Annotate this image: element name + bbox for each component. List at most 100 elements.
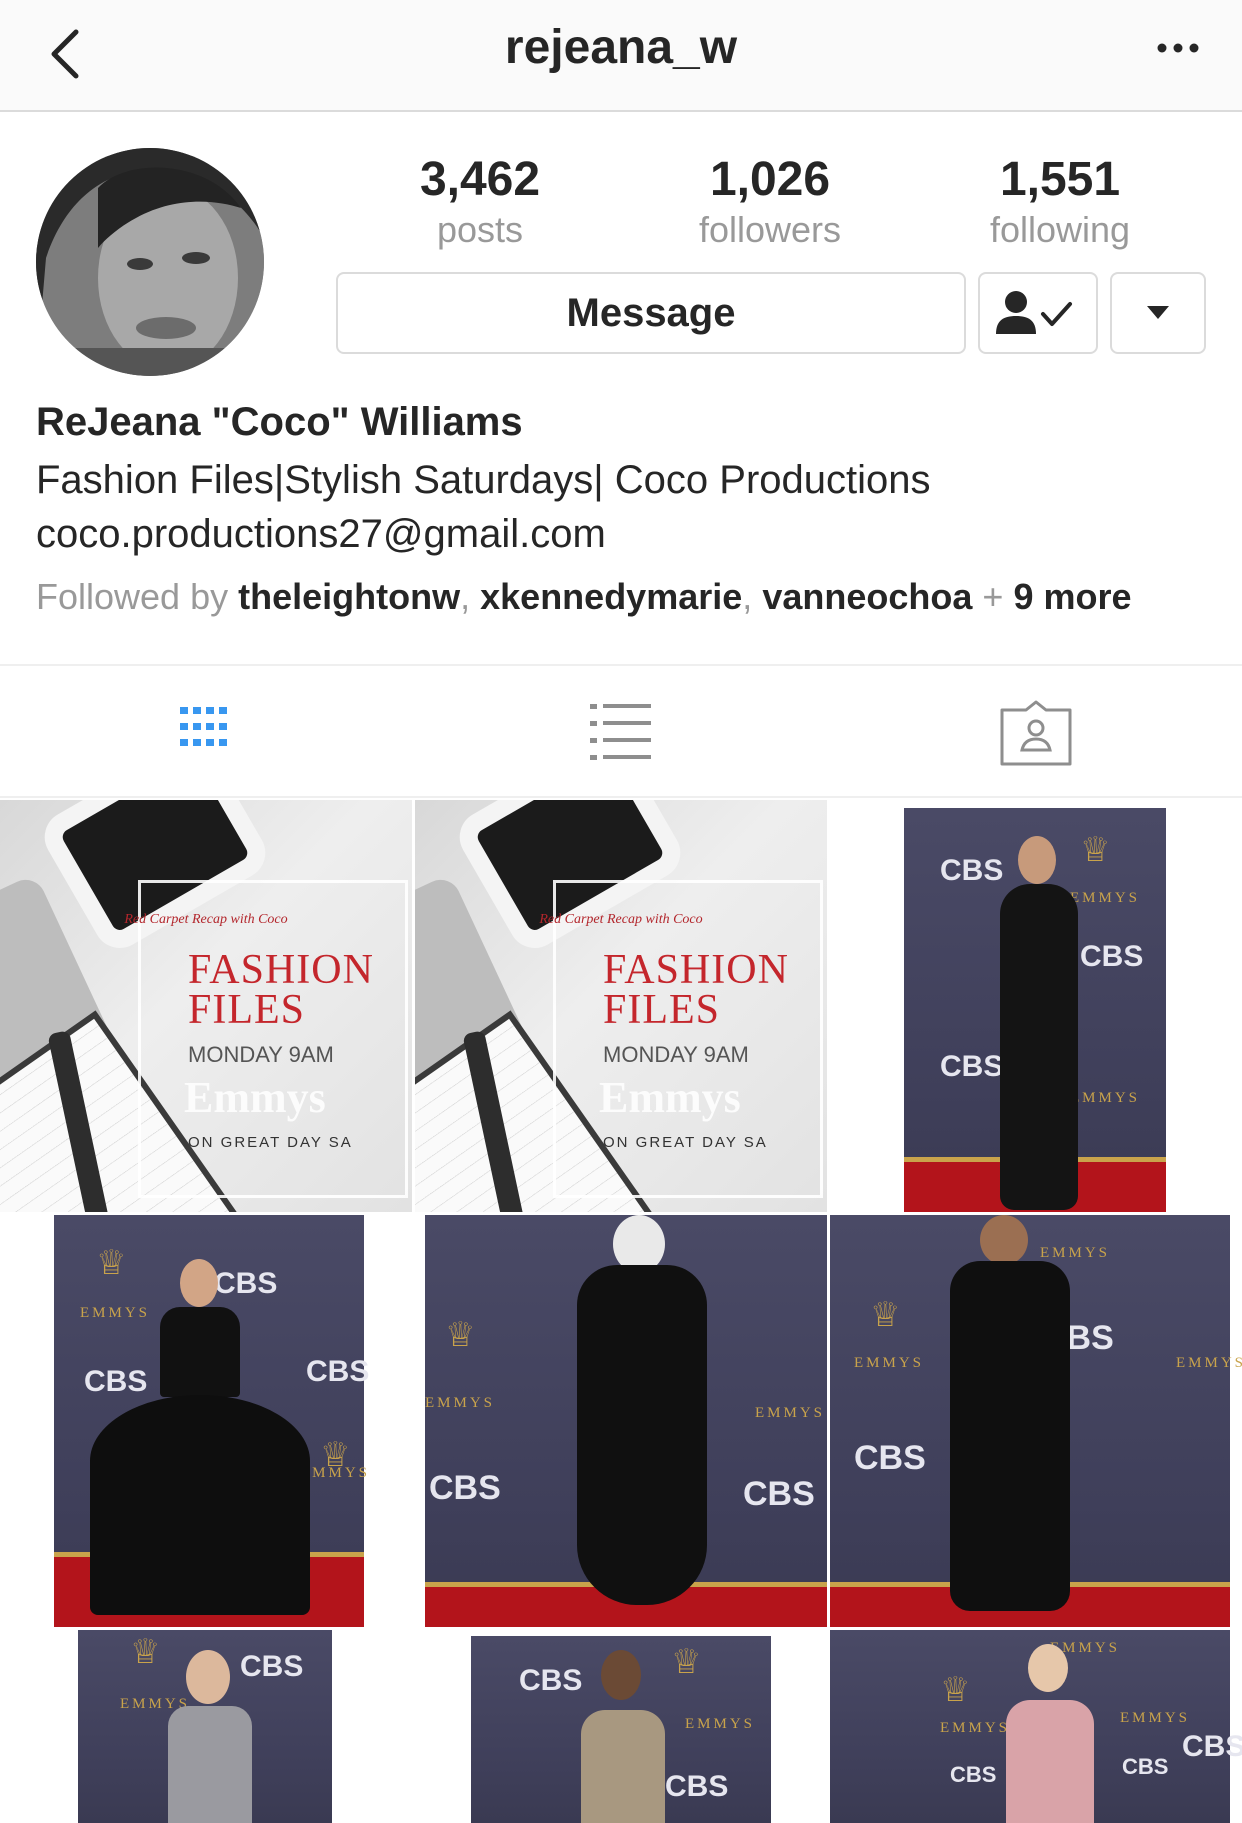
cbs-logo: CBS <box>1122 1754 1169 1779</box>
emmys-text: EMMYS <box>685 1716 756 1732</box>
black-gown <box>950 1261 1070 1611</box>
post-thumbnail[interactable]: CBS EMMYS ♕ CBS CBS EMMYS <box>830 800 1242 1212</box>
promo-subtitle: Red Carpet Recap with Coco <box>124 912 288 927</box>
emmy-statue-icon: ♕ <box>96 1244 127 1282</box>
person-check-icon <box>996 291 1072 334</box>
emmy-statue-icon: ♕ <box>1080 831 1111 869</box>
promo-title: FASHION FILES <box>603 947 789 1033</box>
list-icon <box>590 704 651 760</box>
promo-show: ON GREAT DAY SA <box>188 1134 353 1151</box>
followed-by-prefix: Followed by <box>36 576 229 617</box>
suggested-dropdown-button[interactable] <box>1110 272 1206 354</box>
bio-description: Fashion Files|Stylish Saturdays| Coco Pr… <box>36 458 931 502</box>
emmys-text: EMMYS <box>1040 1245 1111 1261</box>
post-thumbnail[interactable]: EMMYS CBS CBS CBS ♕ ♕ EMMYS <box>0 1215 412 1627</box>
post-thumbnail[interactable]: CBS EMMYS ♕ <box>0 1630 412 1823</box>
promo-schedule: MONDAY 9AM <box>603 1042 749 1067</box>
followed-by-user[interactable]: xkennedymarie <box>480 576 742 617</box>
following-label: following <box>989 209 1131 250</box>
promo-overlay: Emmys <box>184 1073 326 1122</box>
post-thumbnail[interactable]: EMMYS EMMYS EMMYS CBS CBS CBS ♕ <box>830 1630 1242 1823</box>
cbs-logo: CBS <box>743 1475 815 1513</box>
followers-label: followers <box>698 209 842 250</box>
posts-label: posts <box>436 209 524 250</box>
tab-grid[interactable] <box>166 698 246 768</box>
message-button[interactable]: Message <box>336 272 966 354</box>
cbs-logo: CBS <box>665 1770 729 1803</box>
emmy-statue-icon: ♕ <box>130 1633 161 1671</box>
more-options-button[interactable] <box>1148 28 1208 68</box>
promo-schedule: MONDAY 9AM <box>188 1042 334 1067</box>
person-head <box>186 1650 230 1704</box>
grid-icon <box>180 707 227 746</box>
post-thumbnail[interactable]: Red Carpet Recap with Coco FASHION FILES… <box>0 800 412 1212</box>
post-thumbnail[interactable]: CBS EMMYS CBS ♕ <box>415 1630 827 1823</box>
cbs-logo: CBS <box>1080 940 1144 973</box>
followed-by-user[interactable]: vanneochoa <box>762 576 972 617</box>
cbs-logo: CBS <box>429 1469 501 1507</box>
cbs-logo: CBS <box>240 1650 304 1683</box>
followed-by-more[interactable]: 9 more <box>1013 576 1131 617</box>
post-thumbnail[interactable]: EMMYS EMMYS CBS CBS ♕ <box>415 1215 827 1627</box>
black-gown-bodice <box>160 1307 240 1397</box>
posts-count: 3,462 <box>419 153 541 206</box>
tab-list[interactable] <box>580 698 660 768</box>
profile-view-tabs <box>0 666 1242 798</box>
post-thumbnail[interactable]: EMMYS EMMYS CBS CBS ♕ EMMYS <box>830 1215 1242 1627</box>
tab-tagged[interactable] <box>996 698 1076 768</box>
cbs-logo: CBS <box>940 854 1004 887</box>
following-count: 1,551 <box>999 153 1121 206</box>
emmys-text: EMMYS <box>854 1355 925 1371</box>
stat-posts[interactable]: 3,462 posts <box>360 150 600 250</box>
person-head <box>180 1259 218 1307</box>
profile-username-title: rejeana_w <box>504 21 738 74</box>
emmys-text: EMMYS <box>1070 890 1141 906</box>
promo-overlay: Emmys <box>599 1073 741 1122</box>
emmy-statue-icon: ♕ <box>671 1643 702 1681</box>
person-head <box>601 1650 641 1700</box>
emmys-text: EMMYS <box>1070 1090 1141 1106</box>
profile-avatar[interactable] <box>36 148 264 376</box>
followed-by-plus: + <box>982 576 1004 617</box>
stat-followers[interactable]: 1,026 followers <box>650 150 890 250</box>
emmys-text: EMMYS <box>425 1395 496 1411</box>
followed-by-line[interactable]: Followed by theleightonw, xkennedymarie,… <box>36 576 1132 618</box>
black-gown <box>577 1265 707 1605</box>
person-head <box>980 1215 1028 1265</box>
followed-by-user[interactable]: theleightonw <box>238 576 460 617</box>
cbs-logo: CBS <box>1182 1730 1242 1763</box>
emmys-text: EMMYS <box>80 1305 151 1321</box>
posts-grid: Red Carpet Recap with Coco FASHION FILES… <box>0 800 1242 1823</box>
emmy-statue-icon: ♕ <box>870 1296 901 1334</box>
cbs-logo: CBS <box>84 1365 148 1398</box>
following-status-button[interactable] <box>978 272 1098 354</box>
top-nav-bar: rejeana_w <box>0 0 1242 112</box>
more-horizontal-icon <box>1157 43 1199 53</box>
cbs-logo: CBS <box>306 1355 370 1388</box>
emmy-statue-icon: ♕ <box>940 1671 971 1709</box>
tagged-person-icon <box>1000 700 1072 766</box>
avatar-photo <box>36 148 264 376</box>
metallic-gown <box>581 1710 665 1823</box>
stat-following[interactable]: 1,551 following <box>940 150 1180 250</box>
emmys-text: EMMYS <box>1120 1710 1191 1726</box>
cbs-logo: CBS <box>950 1762 997 1787</box>
profile-full-name: ReJeana "Coco" Williams <box>36 400 523 444</box>
emmys-text: EMMYS <box>300 1465 371 1481</box>
bio-email-link[interactable]: coco.productions27@gmail.com <box>36 512 606 557</box>
emmy-statue-icon: ♕ <box>445 1316 476 1354</box>
black-ballgown-skirt <box>90 1395 310 1615</box>
cbs-logo: CBS <box>519 1664 583 1697</box>
cbs-logo: CBS <box>940 1050 1004 1083</box>
cbs-logo: CBS <box>854 1439 926 1477</box>
caret-down-icon <box>1147 306 1169 319</box>
promo-subtitle: Red Carpet Recap with Coco <box>539 912 703 927</box>
person-head <box>1028 1644 1068 1692</box>
promo-title: FASHION FILES <box>188 947 374 1033</box>
post-thumbnail[interactable]: Red Carpet Recap with Coco FASHION FILES… <box>415 800 827 1212</box>
person-head <box>1018 836 1056 884</box>
emmys-text: EMMYS <box>940 1720 1011 1736</box>
followers-count: 1,026 <box>709 153 831 206</box>
cbs-logo: CBS <box>214 1267 278 1300</box>
silver-gown <box>168 1706 252 1823</box>
